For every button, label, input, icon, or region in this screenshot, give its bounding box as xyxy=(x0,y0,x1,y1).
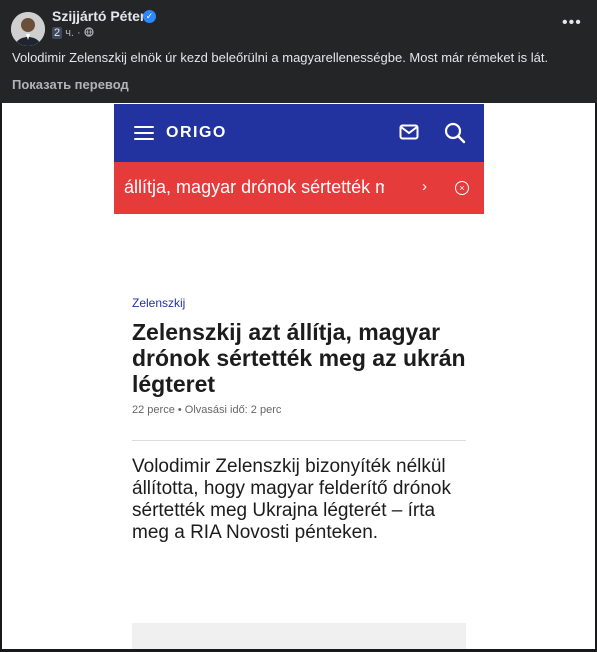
post-text: Volodimir Zelenszkij elnök úr kezd beleő… xyxy=(12,50,549,65)
search-icon[interactable] xyxy=(444,122,466,144)
article-lead: Volodimir Zelenszkij bizonyíték nélkül á… xyxy=(132,456,451,543)
verified-badge-icon: ✓ xyxy=(143,10,156,23)
divider xyxy=(132,440,466,441)
content-placeholder xyxy=(132,623,466,649)
time-number: 2 xyxy=(52,27,63,39)
see-translation-link[interactable]: Показать перевод xyxy=(12,77,129,92)
origo-logo[interactable]: ORIGO xyxy=(166,124,227,142)
article-category[interactable]: Zelenszkij xyxy=(132,296,185,310)
close-icon[interactable]: × xyxy=(455,181,469,195)
breaking-news-ticker[interactable]: Zelenszkij azt állítja, magyar drónok sé… xyxy=(114,162,484,214)
origo-navbar: ORIGO xyxy=(114,104,484,162)
dot-separator: · xyxy=(77,27,81,39)
time-unit: ч. xyxy=(65,27,74,39)
more-options-icon[interactable]: ••• xyxy=(562,14,582,32)
article-headline: Zelenszkij azt állítja, magyar drónok sé… xyxy=(132,319,466,397)
avatar-image xyxy=(11,12,45,46)
post-header: Szijjártó Péter ✓ 2 ч. · ••• Volodimir Z… xyxy=(0,0,597,103)
shared-screenshot[interactable]: ORIGO Zelenszkij azt állítja, magyar dró… xyxy=(2,103,595,649)
post-timestamp[interactable]: 2 ч. · xyxy=(52,27,94,39)
article-meta: 22 perce • Olvasási idő: 2 perc xyxy=(132,404,282,416)
author-name[interactable]: Szijjártó Péter xyxy=(52,8,145,24)
mail-icon[interactable] xyxy=(399,123,419,141)
ticker-text: Zelenszkij azt állítja, magyar drónok sé… xyxy=(122,177,384,198)
globe-icon xyxy=(84,27,94,37)
ticker-text-scroll: Zelenszkij azt állítja, magyar drónok sé… xyxy=(122,177,384,197)
hamburger-menu-icon[interactable] xyxy=(134,126,154,140)
avatar[interactable] xyxy=(11,12,45,46)
chevron-right-icon[interactable]: › xyxy=(422,178,427,195)
